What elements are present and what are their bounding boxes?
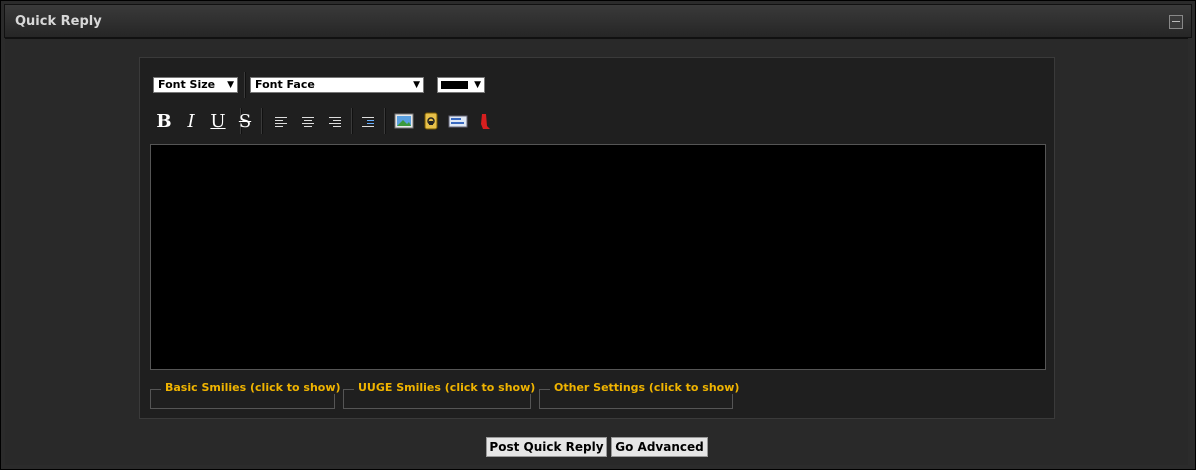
color-swatch [441,81,468,89]
underline-button[interactable]: U [208,111,228,133]
chevron-down-icon: ▼ [474,80,481,90]
indent-icon[interactable] [362,116,374,128]
toolbar-separator [244,72,246,98]
panel-title: Quick Reply [15,14,102,29]
font-face-label: Font Face [255,78,315,91]
lock-icon[interactable] [423,111,439,131]
chevron-down-icon: ▼ [413,80,420,90]
basic-smilies-fieldset[interactable]: Basic Smilies (click to show) [150,381,343,409]
font-size-select[interactable]: Font Size ▼ [153,77,238,93]
toolbar-separator [384,108,386,134]
panel-header: Quick Reply [4,4,1192,38]
other-settings-toggle[interactable]: Other Settings (click to show) [552,381,742,394]
go-advanced-button[interactable]: Go Advanced [611,437,708,457]
editor-container: Font Size ▼ Font Face ▼ ▼ B I U S Basic … [139,57,1055,419]
align-right-icon[interactable] [329,116,341,128]
basic-smilies-toggle[interactable]: Basic Smilies (click to show) [163,381,343,394]
toolbar-separator [261,108,263,134]
uuge-smilies-fieldset[interactable]: UUGE Smilies (click to show) [343,381,538,409]
align-left-icon[interactable] [275,116,287,128]
insert-email-icon[interactable] [448,113,468,129]
post-quick-reply-button[interactable]: Post Quick Reply [486,437,607,457]
message-textarea[interactable] [150,144,1046,370]
bookmark-icon[interactable] [478,112,492,132]
other-settings-fieldset[interactable]: Other Settings (click to show) [539,381,742,409]
insert-image-icon[interactable] [394,112,414,130]
font-color-select[interactable]: ▼ [437,77,485,93]
bold-button[interactable]: B [154,111,174,133]
uuge-smilies-toggle[interactable]: UUGE Smilies (click to show) [356,381,538,394]
chevron-down-icon: ▼ [227,80,234,90]
collapse-icon[interactable] [1169,15,1183,29]
font-size-label: Font Size [158,78,216,91]
font-face-select[interactable]: Font Face ▼ [250,77,424,93]
toolbar-separator [351,108,353,134]
align-center-icon[interactable] [302,116,314,128]
italic-button[interactable]: I [181,111,201,133]
strikethrough-button[interactable]: S [235,111,255,133]
